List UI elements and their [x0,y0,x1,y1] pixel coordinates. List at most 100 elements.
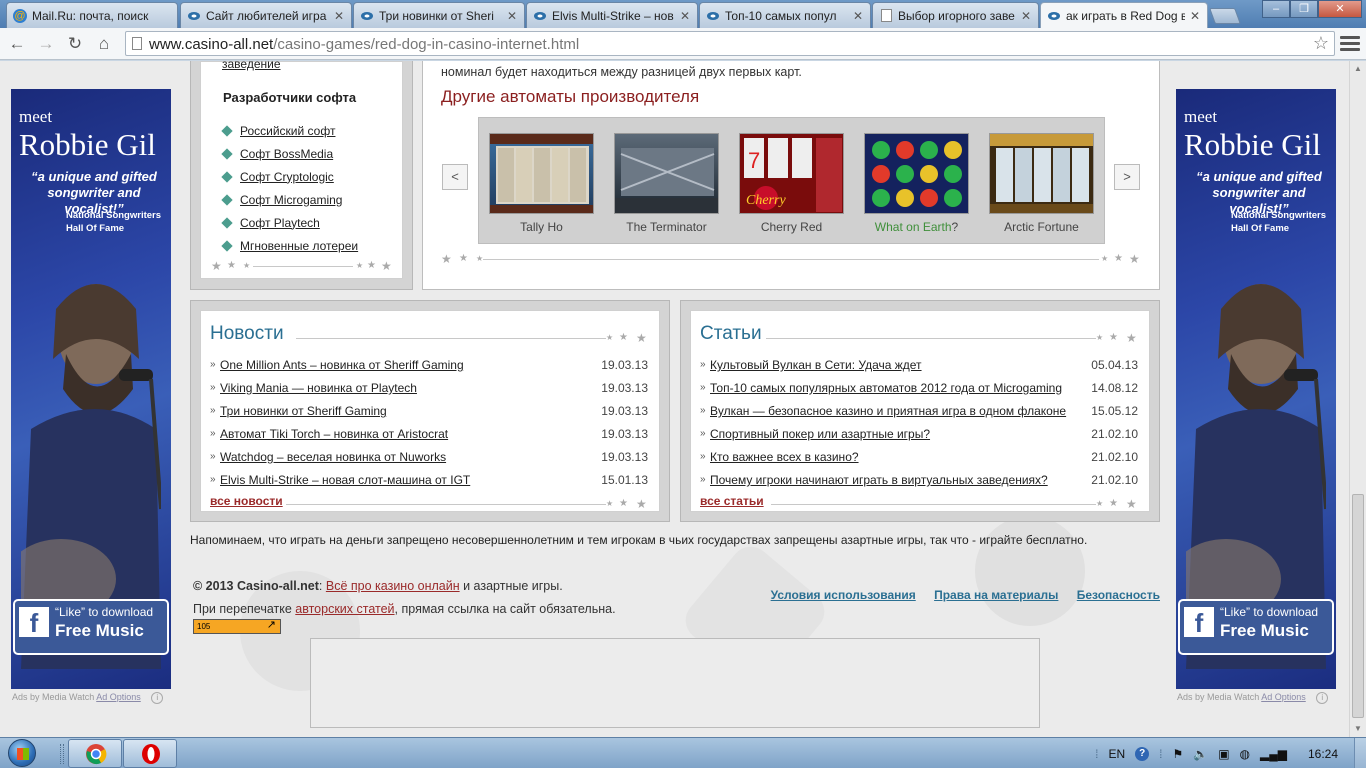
casino-online-link[interactable]: Всё про казино онлайн [326,579,460,593]
tab-sheriff-news[interactable]: Три новинки от Sheri ✕ [353,2,525,28]
forward-button[interactable]: → [35,33,57,55]
show-desktop-button[interactable] [1354,738,1366,768]
taskbar-opera-button[interactable] [123,739,177,768]
terminator-thumbnail[interactable] [614,133,719,214]
game-card[interactable]: Tally Ho [489,133,594,234]
close-window-button[interactable]: ✕ [1318,0,1362,18]
news-link[interactable]: Viking Mania — новинка от Playtech [220,381,417,395]
url-text[interactable]: www.casino-all.net/casino-games/red-dog-… [149,36,579,53]
developer-list: Российский софт Софт BossMedia Софт Cryp… [221,119,358,257]
info-icon[interactable]: i [151,692,164,704]
tab-casino-lovers[interactable]: Сайт любителей игра ✕ [180,2,352,28]
close-icon[interactable]: ✕ [852,9,864,23]
game-card[interactable]: The Terminator [614,133,719,234]
bookmark-star-icon[interactable]: ☆ [1313,33,1329,54]
scrollbar-thumb[interactable] [1352,494,1364,718]
network-icon[interactable]: ◍ [1240,747,1250,761]
left-banner-ad[interactable]: meet Robbie Gil “a unique and gifted son… [11,89,171,689]
author-articles-link[interactable]: авторских статей [295,602,394,616]
news-link[interactable]: Watchdog – веселая новинка от Nuworks [220,450,446,464]
sidebar-cut-link[interactable]: заведение [222,61,281,71]
tab-red-dog-active[interactable]: ак играть в Red Dog в ✕ [1040,2,1208,28]
game-name[interactable]: Arctic Fortune [989,220,1094,234]
close-icon[interactable]: ✕ [333,9,345,23]
game-name[interactable]: Tally Ho [489,220,594,234]
game-name[interactable]: What on Earth? [864,220,969,234]
maximize-button[interactable]: ❐ [1290,0,1318,18]
help-icon[interactable]: ? [1135,746,1150,761]
home-button[interactable]: ⌂ [93,33,115,55]
info-icon[interactable]: i [1316,692,1329,704]
carousel-next-button[interactable]: > [1114,164,1140,190]
article-link[interactable]: Спортивный покер или азартные игры? [710,427,930,441]
tab-mail-ru[interactable]: @ Mail.Ru: почта, поиск [6,2,178,28]
developer-link[interactable]: Софт Microgaming [240,193,342,207]
new-tab-button[interactable] [1209,8,1241,24]
device-icon[interactable]: ▣ [1218,747,1229,761]
list-item: Софт Microgaming [221,188,358,211]
game-name[interactable]: The Terminator [614,220,719,234]
news-link[interactable]: Elvis Multi-Strike – новая слот-машина о… [220,473,470,487]
news-link[interactable]: Три новинки от Sheriff Gaming [220,404,387,418]
clock[interactable]: 16:24 [1292,747,1354,761]
article-link[interactable]: Кто важнее всех в казино? [710,450,859,464]
game-card[interactable]: What on Earth? [864,133,969,234]
taskbar-chrome-button[interactable] [68,739,122,768]
visit-counter-badge[interactable]: 105 ↗ [193,619,281,634]
empty-ad-frame [310,638,1040,728]
language-indicator[interactable]: EN [1108,747,1125,761]
developer-link[interactable]: Софт BossMedia [240,147,333,161]
arctic-fortune-thumbnail[interactable] [989,133,1094,214]
news-link[interactable]: One Million Ants – новинка от Sheriff Ga… [220,358,464,372]
article-link[interactable]: Вулкан — безопасное казино и приятная иг… [710,404,1066,418]
chrome-icon [86,744,107,765]
signal-icon[interactable]: ▂▄▆ [1260,747,1287,761]
back-button[interactable]: ← [6,33,28,55]
news-link[interactable]: Автомат Tiki Torch – новинка от Aristocr… [220,427,448,441]
address-bar[interactable]: www.casino-all.net/casino-games/red-dog-… [125,31,1335,56]
close-icon[interactable]: ✕ [679,9,691,23]
all-articles-link[interactable]: все статьи [700,494,764,508]
flag-icon[interactable]: ⚑ [1172,747,1183,761]
facebook-like-box[interactable]: f “Like” to download Free Music [1178,599,1334,655]
developer-link[interactable]: Мгновенные лотереи [240,239,358,253]
ad-options-link[interactable]: Ad Options [1261,692,1306,702]
facebook-like-box[interactable]: f “Like” to download Free Music [13,599,169,655]
tab-top-10[interactable]: Топ-10 самых попул ✕ [699,2,871,28]
carousel-prev-button[interactable]: < [442,164,468,190]
close-icon[interactable]: ✕ [1189,9,1201,23]
minimize-button[interactable]: – [1262,0,1290,18]
start-button[interactable] [6,738,42,768]
what-on-earth-thumbnail[interactable] [864,133,969,214]
article-link[interactable]: Почему игроки начинают играть в виртуаль… [710,473,1048,487]
game-name[interactable]: Cherry Red [739,220,844,234]
close-icon[interactable]: ✕ [1020,9,1032,23]
developer-link[interactable]: Софт Cryptologic [240,170,334,184]
developer-link[interactable]: Российский софт [240,124,335,138]
right-ad-footer: Ads by Media Watch Ad Options i [1177,692,1329,704]
developer-link[interactable]: Софт Playtech [240,216,320,230]
terms-link[interactable]: Условия использования [771,588,916,602]
game-card[interactable]: 7 Cherry Cherry Red [739,133,844,234]
article-link[interactable]: Культовый Вулкан в Сети: Удача ждет [710,358,922,372]
article-link[interactable]: Топ-10 самых популярных автоматов 2012 г… [710,381,1062,395]
ad-options-link[interactable]: Ad Options [96,692,141,702]
close-icon[interactable]: ✕ [506,9,518,23]
scroll-up-icon[interactable]: ▲ [1350,61,1366,77]
scroll-down-icon[interactable]: ▼ [1350,721,1366,737]
page-scrollbar[interactable]: ▲ ▼ [1349,61,1366,737]
cherry-red-thumbnail[interactable]: 7 Cherry [739,133,844,214]
rights-link[interactable]: Права на материалы [934,588,1058,602]
tab-elvis-multi-strike[interactable]: Elvis Multi-Strike – нов ✕ [526,2,698,28]
all-news-link[interactable]: все новости [210,494,283,508]
volume-icon[interactable]: 🔈 [1193,747,1208,761]
menu-icon[interactable] [1340,33,1360,53]
tally-ho-thumbnail[interactable] [489,133,594,214]
window-controls: – ❐ ✕ [1262,0,1362,18]
reload-button[interactable]: ↻ [64,33,86,55]
right-banner-ad[interactable]: meet Robbie Gil “a unique and gifted son… [1176,89,1336,689]
game-card[interactable]: Arctic Fortune [989,133,1094,234]
tab-casino-choice[interactable]: Выбор игорного заве ✕ [872,2,1039,28]
diamond-bullet-icon [221,147,233,160]
security-link[interactable]: Безопасность [1077,588,1160,602]
